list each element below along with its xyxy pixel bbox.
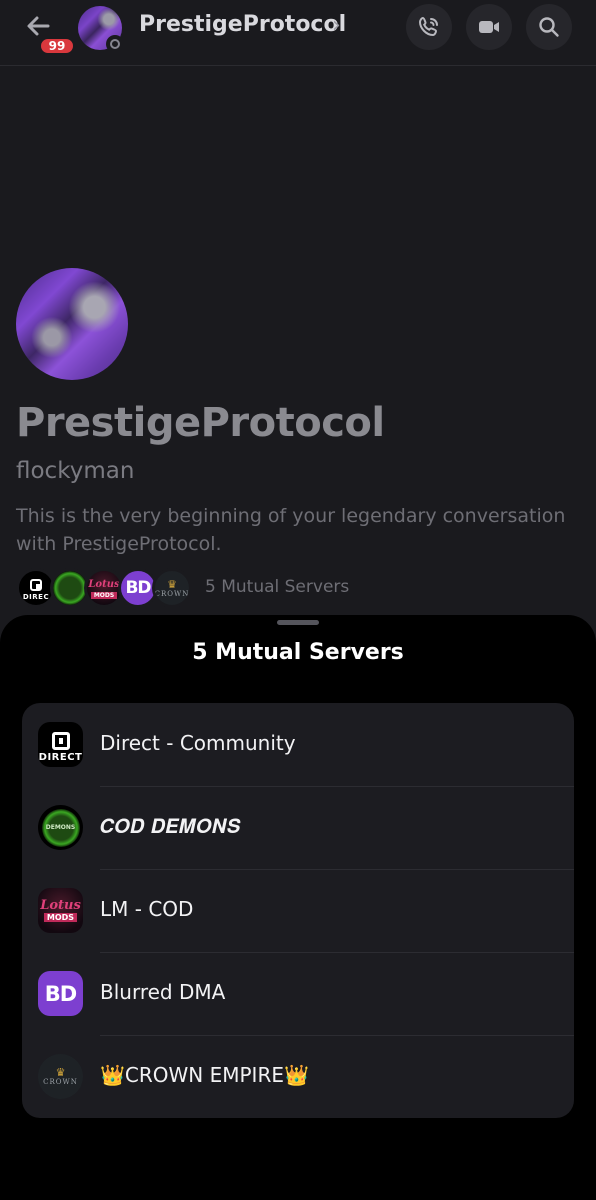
sheet-drag-handle[interactable]: [277, 620, 319, 625]
search-button[interactable]: [526, 4, 572, 50]
phone-icon: [418, 16, 438, 37]
server-icon-cod-demons: DEMONS: [38, 805, 83, 850]
mutual-servers-sheet: 5 Mutual Servers DIRECT Direct - Communi…: [0, 615, 596, 1200]
server-name: 𝑪𝑶𝑫 𝑫𝑬𝑴𝑶𝑵𝑺: [100, 814, 241, 838]
list-item[interactable]: DIRECT Direct - Community: [22, 703, 574, 786]
server-name: 👑CROWN EMPIRE👑: [100, 1063, 309, 1087]
list-item[interactable]: BD Blurred DMA: [22, 952, 574, 1035]
list-item[interactable]: ♛ CROWN 👑CROWN EMPIRE👑: [22, 1035, 574, 1118]
server-name: Direct - Community: [100, 731, 296, 755]
server-icon-blurred-dma: BD: [38, 971, 83, 1016]
video-camera-icon: [479, 21, 499, 33]
chevron-right-icon[interactable]: ›: [332, 13, 341, 38]
voice-call-button[interactable]: [406, 4, 452, 50]
server-icon-lm-cod: Lotus MODS: [38, 888, 83, 933]
server-name: LM - COD: [100, 897, 194, 921]
mini-server-icon-crown-empire: ♛ CROWN: [152, 568, 192, 608]
mutual-servers-count[interactable]: 5 Mutual Servers: [205, 577, 349, 597]
mutual-servers-summary[interactable]: DIREC Lotus MODS BD ♛ CROWN 5 Mutual Serve…: [16, 566, 416, 610]
server-list: DIRECT Direct - Community DEMONS 𝑪𝑶𝑫 𝑫𝑬𝑴…: [22, 703, 574, 1118]
profile-avatar[interactable]: [16, 268, 128, 380]
video-call-button[interactable]: [466, 4, 512, 50]
status-indicator: [106, 35, 124, 53]
list-item[interactable]: DEMONS 𝑪𝑶𝑫 𝑫𝑬𝑴𝑶𝑵𝑺: [22, 786, 574, 869]
channel-title[interactable]: PrestigeProtocol: [139, 12, 346, 37]
profile-display-name: PrestigeProtocol: [16, 400, 385, 446]
server-icon-crown-empire: ♛ CROWN: [38, 1054, 83, 1099]
sheet-title: 5 Mutual Servers: [192, 640, 404, 665]
profile-username: flockyman: [16, 458, 135, 484]
search-icon: [539, 17, 559, 37]
conversation-intro-text: This is the very beginning of your legen…: [16, 505, 566, 555]
unread-badge: 99: [38, 36, 76, 56]
list-item[interactable]: Lotus MODS LM - COD: [22, 869, 574, 952]
server-icon-direct: DIRECT: [38, 722, 83, 767]
top-bar: 99 PrestigeProtocol ›: [0, 0, 596, 66]
server-name: Blurred DMA: [100, 980, 226, 1004]
